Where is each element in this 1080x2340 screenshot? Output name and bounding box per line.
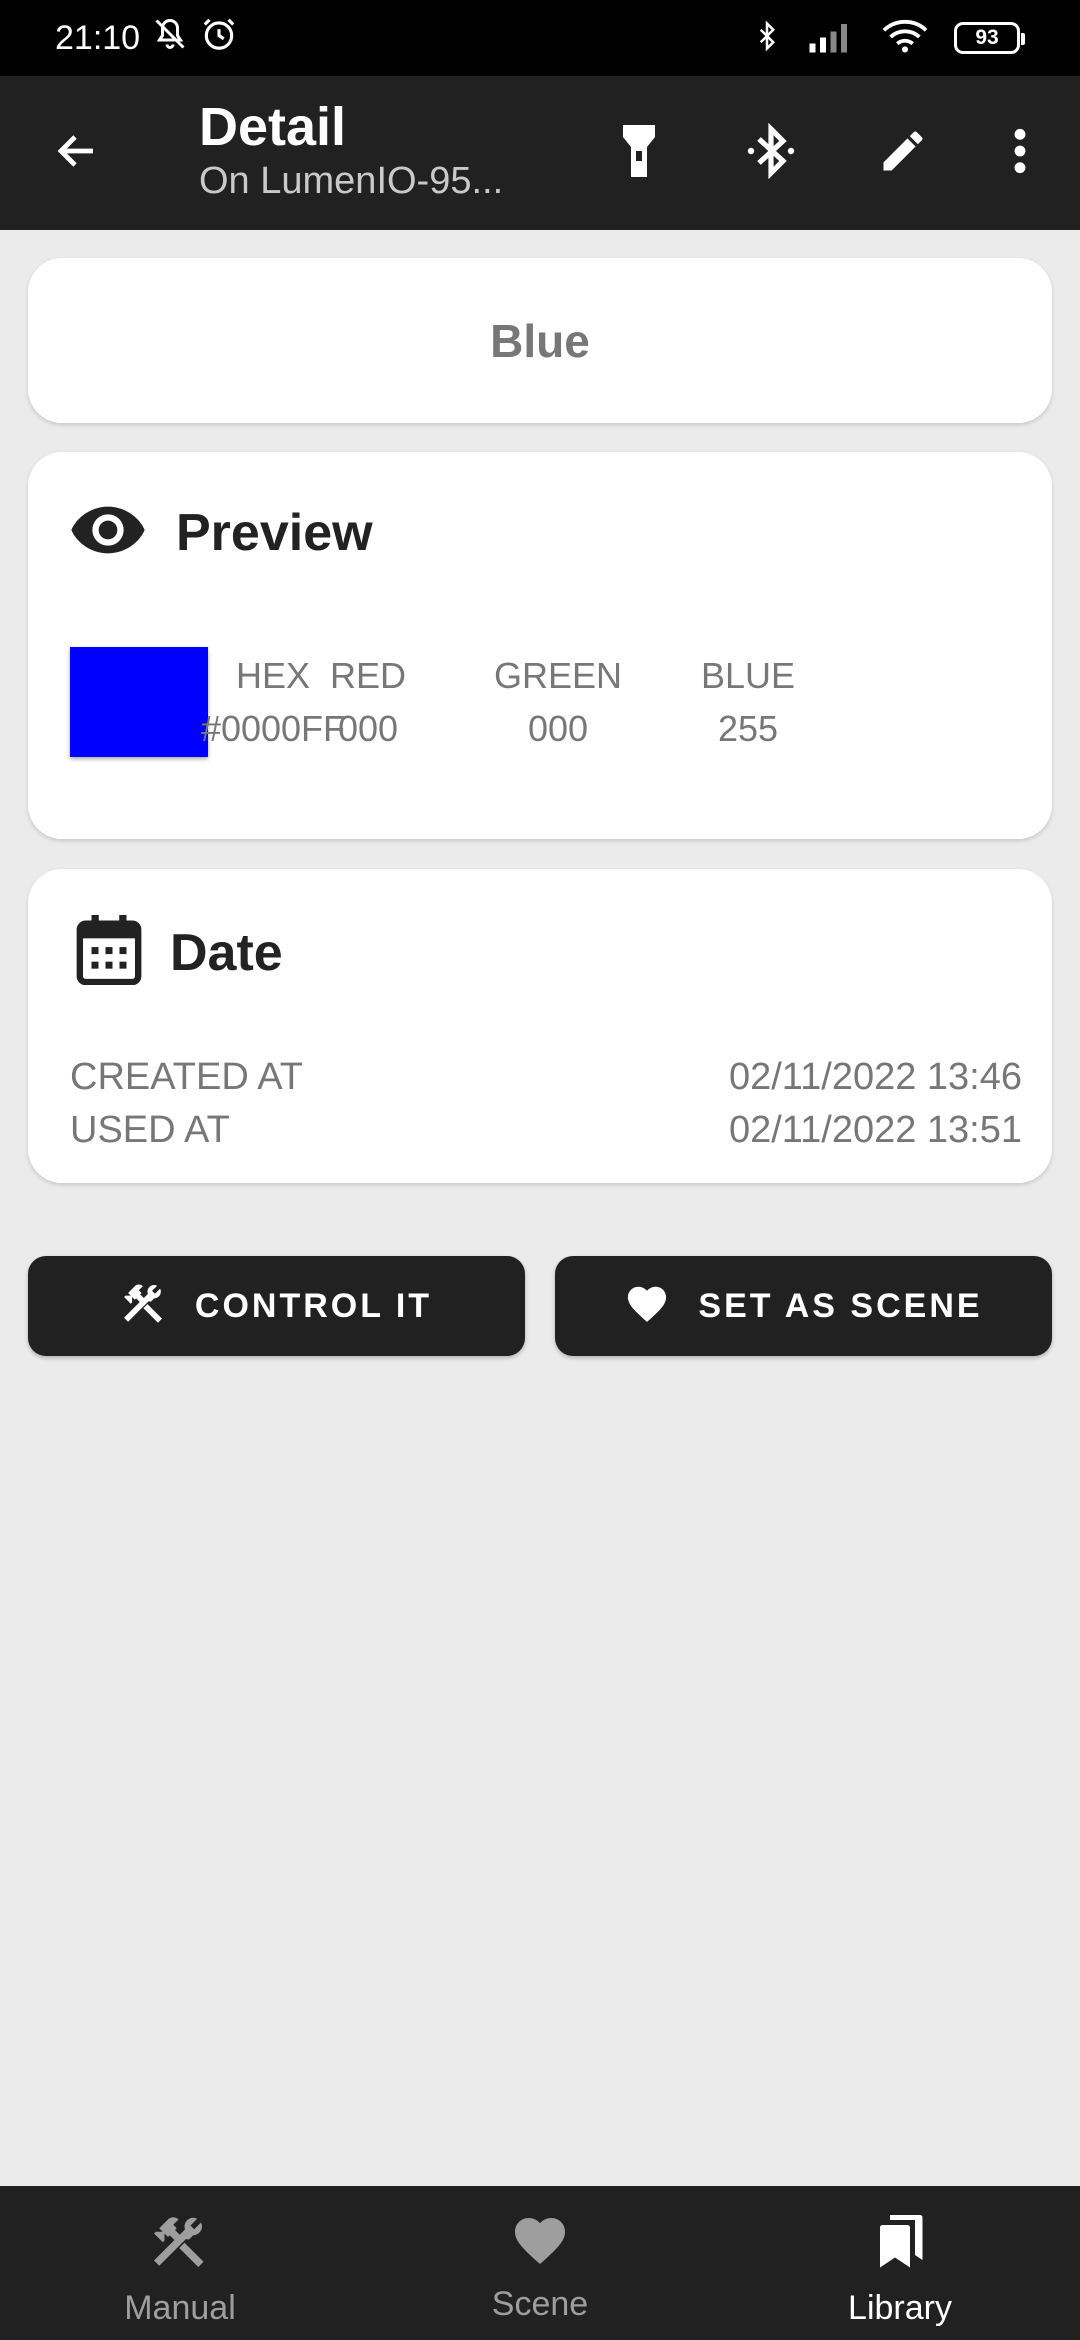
preview-title: Preview	[176, 503, 373, 562]
tools-icon	[150, 2210, 210, 2279]
status-left: 21:10	[55, 15, 238, 62]
alarm-icon	[200, 15, 238, 62]
date-header: Date	[76, 915, 283, 990]
signal-icon	[808, 19, 856, 58]
app-bar: Detail On LumenIO-95...	[0, 76, 1080, 230]
blue-label: BLUE	[700, 655, 796, 696]
status-time: 21:10	[55, 18, 141, 57]
color-name: Blue	[490, 314, 590, 367]
status-right: 93	[752, 16, 1025, 61]
heart-icon	[624, 1281, 670, 1332]
used-value: 02/11/2022 13:51	[728, 1109, 1022, 1151]
back-button[interactable]	[32, 108, 122, 198]
nav-item-library[interactable]: Library	[720, 2186, 1080, 2340]
red-value: 000	[337, 708, 399, 749]
heart-icon	[510, 2210, 570, 2275]
more-button[interactable]	[975, 108, 1065, 198]
more-vert-icon	[1012, 126, 1028, 181]
wifi-icon	[882, 18, 928, 59]
edit-icon	[877, 125, 929, 182]
name-card: Blue	[28, 258, 1052, 423]
red-label: RED	[329, 655, 406, 696]
date-card: Date CREATED AT 02/11/2022 13:46 USED AT…	[28, 869, 1052, 1183]
green-value: 000	[527, 708, 589, 749]
green-column: GREEN 000	[483, 649, 633, 755]
flashlight-button[interactable]	[594, 108, 684, 198]
set-as-scene-label: SET AS SCENE	[698, 1286, 983, 1325]
mute-icon	[150, 16, 190, 61]
date-title: Date	[170, 923, 283, 982]
red-column: RED 000	[293, 649, 443, 755]
created-row: CREATED AT 02/11/2022 13:46	[70, 1056, 1022, 1099]
control-it-label: CONTROL IT	[194, 1286, 433, 1325]
used-label: USED AT	[70, 1109, 230, 1151]
control-it-button[interactable]: CONTROL IT	[28, 1256, 525, 1356]
bottom-navigation: Manual Scene Library	[0, 2186, 1080, 2340]
preview-card: Preview HEX #0000FF RED 000 GREEN 000 BL…	[28, 452, 1052, 839]
preview-header: Preview	[68, 502, 373, 563]
title-block: Detail On LumenIO-95...	[199, 96, 539, 203]
eye-icon	[68, 502, 148, 563]
library-icon	[870, 2210, 930, 2279]
blue-value: 255	[717, 708, 779, 749]
nav-label-library: Library	[848, 2289, 952, 2327]
set-as-scene-button[interactable]: SET AS SCENE	[555, 1256, 1052, 1356]
flashlight-icon	[619, 123, 659, 184]
tools-icon	[121, 1279, 167, 1334]
page-subtitle: On LumenIO-95...	[199, 160, 504, 203]
edit-button[interactable]	[858, 108, 948, 198]
used-row: USED AT 02/11/2022 13:51	[70, 1109, 1022, 1152]
created-value: 02/11/2022 13:46	[728, 1056, 1022, 1098]
bluetooth-icon	[745, 122, 797, 184]
back-arrow-icon	[53, 127, 101, 180]
nav-item-manual[interactable]: Manual	[0, 2186, 360, 2340]
green-label: GREEN	[493, 655, 623, 696]
created-label: CREATED AT	[70, 1056, 303, 1098]
nav-item-scene[interactable]: Scene	[360, 2186, 720, 2340]
blue-column: BLUE 255	[673, 649, 823, 755]
battery-icon: 93	[954, 22, 1025, 54]
nav-label-manual: Manual	[124, 2289, 236, 2327]
calendar-icon	[76, 915, 142, 990]
page-title: Detail	[199, 97, 347, 157]
bluetooth-status-icon	[752, 16, 782, 61]
status-bar: 21:10 93	[0, 0, 1080, 76]
nav-label-scene: Scene	[491, 2285, 589, 2323]
bluetooth-button[interactable]	[726, 108, 816, 198]
